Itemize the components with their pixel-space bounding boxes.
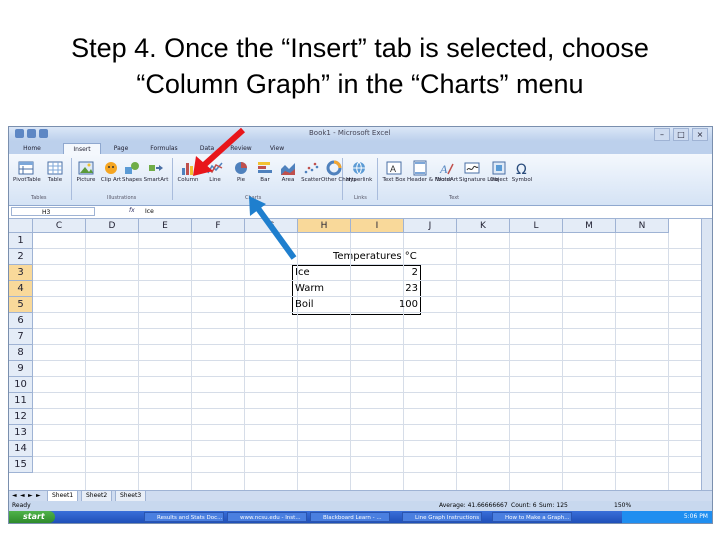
blue-arrow-shaft — [254, 205, 297, 260]
red-arrow — [193, 127, 246, 176]
annotation-overlay — [193, 127, 297, 260]
blue-arrow — [249, 196, 297, 260]
red-arrow-shaft — [200, 127, 246, 169]
